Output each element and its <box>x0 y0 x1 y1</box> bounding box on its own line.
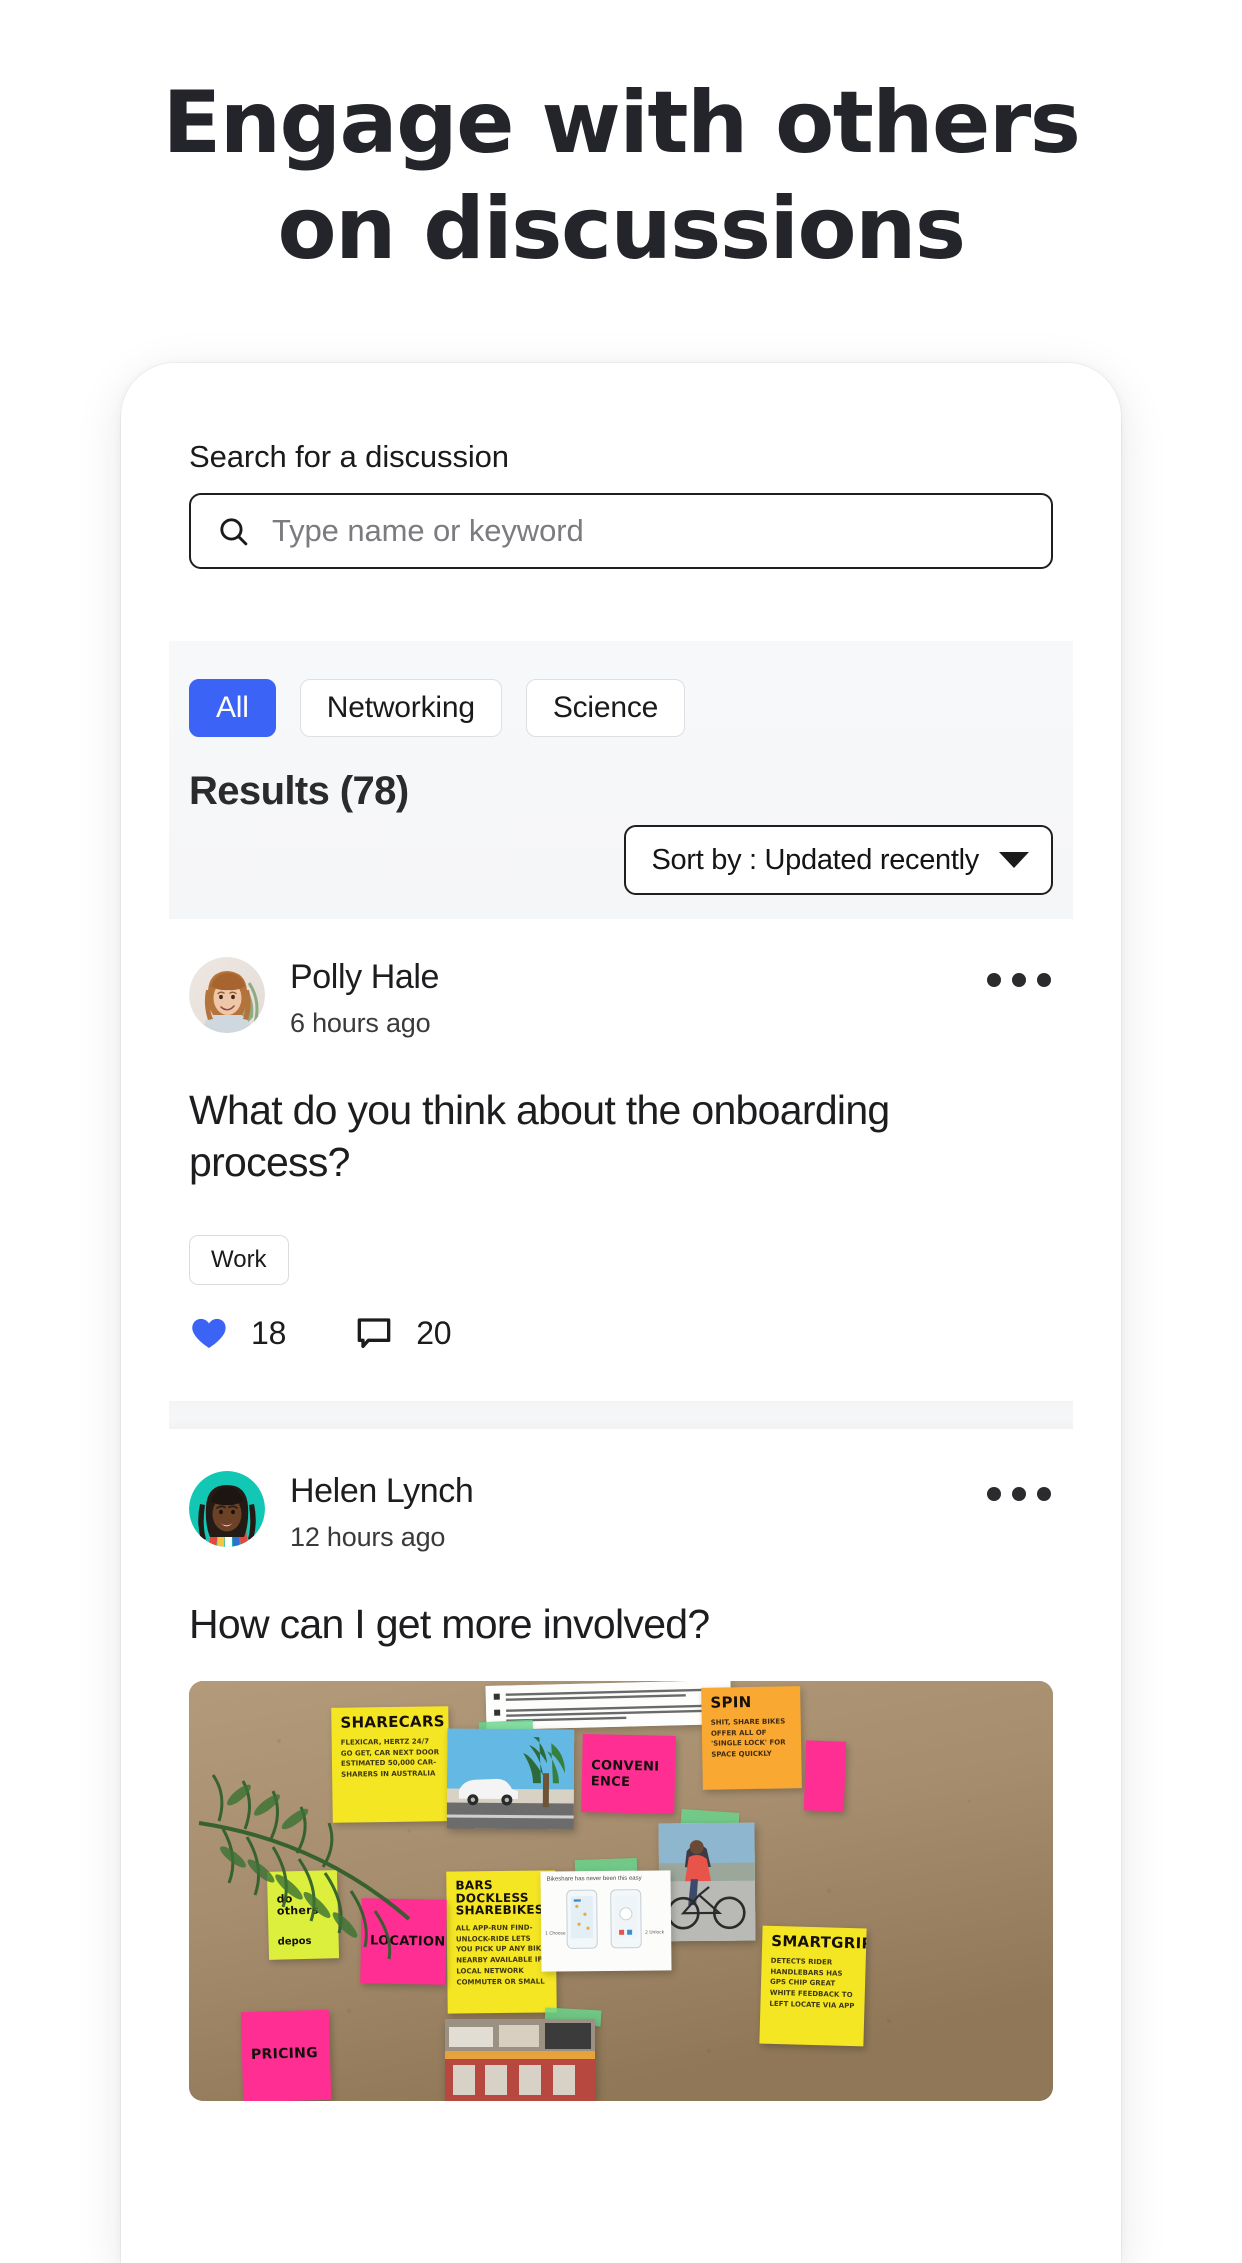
post-card-1[interactable]: Polly Hale 6 hours ago What do you think… <box>121 957 1121 1387</box>
more-horizontal-icon[interactable] <box>985 1479 1053 1509</box>
board-photo-bike <box>658 1822 756 1942</box>
post-timestamp: 12 hours ago <box>290 1522 446 1553</box>
svg-text:2 Unlock: 2 Unlock <box>645 1929 665 1935</box>
like-button[interactable]: 18 <box>189 1313 286 1353</box>
search-icon <box>220 517 248 545</box>
more-horizontal-icon[interactable] <box>985 965 1053 995</box>
note-body: depos <box>277 1935 312 1948</box>
post-title-wrap-1: What do you think about the onboarding p… <box>189 1085 1053 1188</box>
post-divider <box>169 1401 1073 1429</box>
post-author-block-1: Polly Hale 6 hours ago <box>290 957 439 1039</box>
comment-icon <box>357 1318 391 1348</box>
search-placeholder: Type name or keyword <box>272 513 584 548</box>
post-author-name: Polly Hale <box>290 958 440 996</box>
results-count: Results (78) <box>189 769 409 813</box>
note-body: DETECTS RIDER HANDLEBARS HAS GPS CHIP GR… <box>769 1956 855 2011</box>
post-timestamp: 6 hours ago <box>290 1008 431 1039</box>
app-screen: Search for a discussion Type name or key… <box>121 363 1121 2263</box>
post-tags-1: Work <box>189 1235 1053 1285</box>
sticky-note-smartgrips: SMARTGRIPS DETECTS RIDER HANDLEBARS HAS … <box>759 1925 867 2047</box>
post-image[interactable]: SHARECARS FLEXICAR, HERTZ 24/7 GO GET, C… <box>189 1681 1053 2101</box>
post-card-2[interactable]: Helen Lynch 12 hours ago How can I get m… <box>121 1471 1121 2263</box>
car-photo <box>446 1728 575 1830</box>
headline-line-1: Engage with others <box>162 73 1081 173</box>
app-mockup-phones: 1 Choose 2 Unlock <box>545 1889 665 1949</box>
board-app-mockup-sheet: Bikeshare has never been this easy 1 Cho… <box>540 1870 672 1972</box>
note-body: FLEXICAR, HERTZ 24/7 GO GET, CAR NEXT DO… <box>340 1737 440 1779</box>
comment-count: 20 <box>416 1314 452 1351</box>
street-photo <box>445 2019 595 2101</box>
note-title: do others <box>276 1892 319 1918</box>
avatar-image <box>189 1471 265 1547</box>
sort-dropdown-label: Sort by : Updated recently <box>651 843 980 876</box>
sticky-note-spin: SPIN SHIT, SHARE BIKES OFFER ALL OF 'SIN… <box>701 1686 802 1790</box>
page-title: Engage with others on discussions <box>0 78 1242 275</box>
post-author-block-2: Helen Lynch 12 hours ago <box>290 1471 474 1553</box>
search-section: Search for a discussion Type name or key… <box>189 439 1053 569</box>
note-body: SHIT, SHARE BIKES OFFER ALL OF 'SINGLE L… <box>710 1717 786 1759</box>
note-title: BARS DOCKLESS SHAREBIKES <box>455 1878 544 1918</box>
board-photo-street <box>445 2019 595 2101</box>
note-title: CONVENI ENCE <box>590 1758 660 1791</box>
chevron-down-icon <box>999 852 1029 868</box>
filter-chip-networking[interactable]: Networking <box>299 679 502 737</box>
note-title: SPIN <box>710 1692 752 1712</box>
sticky-note-location: LOCATION <box>360 1898 447 1985</box>
phone-frame: Search for a discussion Type name or key… <box>121 363 1121 2263</box>
heart-icon <box>192 1318 226 1348</box>
like-count: 18 <box>251 1314 287 1351</box>
post-header-1: Polly Hale 6 hours ago <box>189 957 1053 1039</box>
post-title-wrap-2: How can I get more involved? <box>189 1599 1053 1651</box>
post-author-name: Helen Lynch <box>290 1472 474 1510</box>
sticky-note-do-others: do others depos <box>266 1870 340 1960</box>
post-tag[interactable]: Work <box>189 1235 289 1285</box>
sticky-note-edge <box>803 1740 847 1812</box>
sticky-note-convenience: CONVENI ENCE <box>581 1734 676 1814</box>
sticky-note-pricing: PRICING <box>240 2009 332 2101</box>
comment-button[interactable]: 20 <box>354 1313 452 1353</box>
post-title: What do you think about the onboarding p… <box>189 1087 890 1185</box>
svg-text:1 Choose: 1 Choose <box>545 1930 566 1936</box>
filter-chip-science[interactable]: Science <box>525 679 686 737</box>
search-input[interactable]: Type name or keyword <box>189 493 1053 569</box>
filter-chip-group: All Networking Science <box>189 679 686 737</box>
avatar-image <box>189 957 265 1033</box>
filter-panel: All Networking Science Results (78) Sort… <box>169 641 1073 919</box>
post-header-2: Helen Lynch 12 hours ago <box>189 1471 1053 1553</box>
avatar-polly-hale <box>189 957 265 1033</box>
avatar-helen-lynch <box>189 1471 265 1547</box>
search-label: Search for a discussion <box>189 439 509 474</box>
note-body: ALL APP-RUN FIND-UNLOCK-RIDE LETS YOU PI… <box>455 1923 546 1987</box>
note-title: LOCATION <box>369 1933 446 1950</box>
post-title: How can I get more involved? <box>189 1601 710 1647</box>
sticky-note-sharecars: SHARECARS FLEXICAR, HERTZ 24/7 GO GET, C… <box>331 1706 450 1823</box>
sort-dropdown[interactable]: Sort by : Updated recently <box>623 825 1053 895</box>
headline-line-2: on discussions <box>277 179 966 280</box>
note-title: SMARTGRIPS <box>770 1931 867 1953</box>
post-stats-1: 18 20 <box>189 1313 1053 1353</box>
filter-chip-all[interactable]: All <box>189 679 276 737</box>
sticky-note-board: SHARECARS FLEXICAR, HERTZ 24/7 GO GET, C… <box>189 1681 1053 2101</box>
note-title: PRICING <box>250 2045 319 2063</box>
bike-photo <box>658 1822 756 1942</box>
note-title: SHARECARS <box>340 1712 445 1732</box>
board-photo-car <box>446 1728 575 1830</box>
